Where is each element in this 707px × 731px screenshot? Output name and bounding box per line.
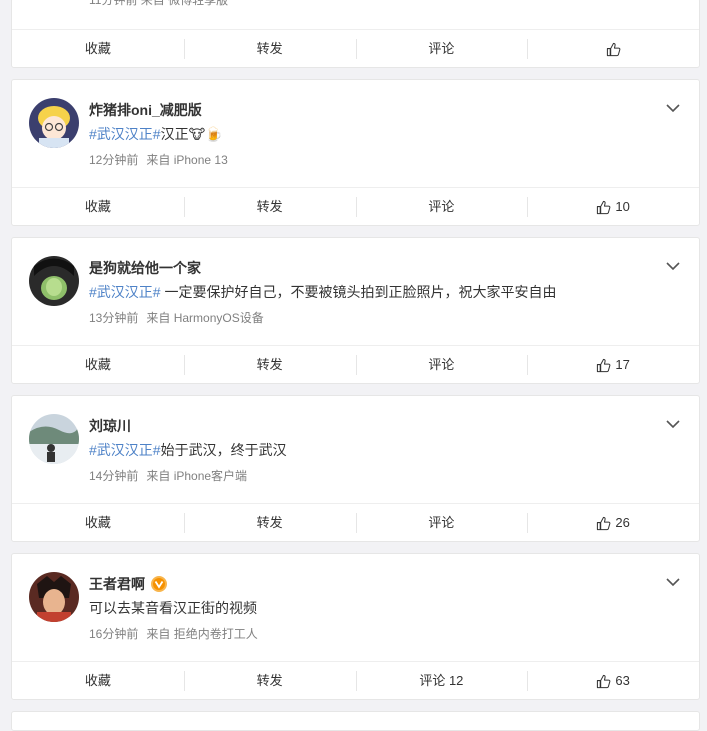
post-card: 是狗就给他一个家 #武汉汉正# 一定要保护好自己，不要被镜头拍到正脸照片，祝大家… [11, 237, 700, 384]
post-card-top: 11分钟前 来自 微博轻享版 收藏 转发 评论 [11, 0, 700, 68]
post-content: 一定要保护好自己，不要被镜头拍到正脸照片，祝大家平安自由 [160, 284, 557, 300]
post-actions: 收藏 转发 评论 [12, 29, 699, 68]
repost-button[interactable]: 转发 [183, 354, 356, 376]
chevron-down-icon[interactable] [665, 258, 681, 274]
favorite-button[interactable]: 收藏 [12, 512, 184, 534]
like-count: 10 [615, 199, 630, 214]
avatar[interactable] [29, 414, 79, 464]
post-text: 可以去某音看汉正街的视频 [89, 598, 257, 618]
thumbs-up-icon [597, 674, 611, 688]
post-source: 来自 iPhone客户端 [146, 469, 248, 483]
post-actions: 收藏 转发 评论 12 63 [12, 661, 699, 700]
post-card: 王者君啊 可以去某音看汉正街的视频 16分钟前 来自 拒绝内卷打工人 收藏 转发 … [11, 553, 700, 700]
repost-button[interactable]: 转发 [183, 512, 356, 534]
user-name-text[interactable]: 刘琼川 [89, 416, 131, 436]
post-meta: 12分钟前 来自 iPhone 13 [89, 151, 228, 168]
like-button[interactable]: 10 [527, 196, 699, 218]
post-time[interactable]: 12分钟前 [89, 153, 138, 167]
post-source: 来自 拒绝内卷打工人 [146, 627, 258, 641]
post-actions: 收藏 转发 评论 17 [12, 345, 699, 384]
post-text: #武汉汉正#始于武汉，终于武汉 [89, 440, 287, 460]
thumbs-up-icon [606, 42, 621, 56]
post-card-partial [11, 711, 700, 731]
post-source: 来自 HarmonyOS设备 [146, 311, 264, 325]
repost-button[interactable]: 转发 [183, 670, 356, 692]
comment-button[interactable]: 评论 [355, 512, 528, 534]
like-button[interactable]: 17 [527, 354, 699, 376]
post-text: #武汉汉正# 一定要保护好自己，不要被镜头拍到正脸照片，祝大家平安自由 [89, 282, 556, 302]
post-meta: 11分钟前 来自 微博轻享版 [89, 0, 229, 7]
post-content: 可以去某音看汉正街的视频 [89, 600, 257, 616]
comment-button[interactable]: 评论 [355, 196, 528, 218]
comment-button[interactable]: 评论 [355, 38, 528, 60]
comment-button[interactable]: 评论 [355, 354, 528, 376]
post-content: 汉正 [160, 126, 189, 142]
post-meta: 14分钟前 来自 iPhone客户端 [89, 467, 247, 484]
chevron-down-icon[interactable] [665, 416, 681, 432]
user-name-text[interactable]: 王者君啊 [89, 574, 145, 594]
thumbs-up-icon [597, 200, 611, 214]
like-count: 26 [615, 515, 630, 530]
post-card: 炸猪排oni_减肥版 #武汉汉正#汉正🐮🍺 12分钟前 来自 iPhone 13 … [11, 79, 700, 226]
favorite-button[interactable]: 收藏 [12, 196, 184, 218]
favorite-button[interactable]: 收藏 [12, 670, 184, 692]
post-meta: 16分钟前 来自 拒绝内卷打工人 [89, 625, 258, 642]
comment-button[interactable]: 评论 12 [355, 670, 528, 692]
post-time[interactable]: 13分钟前 [89, 311, 138, 325]
favorite-button[interactable]: 收藏 [12, 38, 184, 60]
like-button[interactable] [527, 38, 699, 60]
post-actions: 收藏 转发 评论 10 [12, 187, 699, 226]
user-name[interactable]: 刘琼川 [89, 416, 131, 436]
topic-link[interactable]: #武汉汉正# [89, 126, 161, 142]
chevron-down-icon[interactable] [665, 574, 681, 590]
like-count: 17 [615, 357, 630, 372]
post-content: 始于武汉，终于武汉 [160, 442, 287, 458]
user-name[interactable]: 炸猪排oni_减肥版 [89, 100, 202, 120]
post-text: #武汉汉正#汉正🐮🍺 [89, 124, 223, 144]
like-count: 63 [615, 673, 630, 688]
favorite-button[interactable]: 收藏 [12, 354, 184, 376]
user-name[interactable]: 王者君啊 [89, 574, 167, 594]
topic-link[interactable]: #武汉汉正# [89, 284, 161, 300]
post-time[interactable]: 16分钟前 [89, 627, 138, 641]
repost-button[interactable]: 转发 [183, 38, 356, 60]
thumbs-up-icon [597, 358, 611, 372]
like-button[interactable]: 63 [527, 670, 699, 692]
post-meta: 13分钟前 来自 HarmonyOS设备 [89, 309, 264, 326]
topic-link[interactable]: #武汉汉正# [89, 442, 161, 458]
user-name-text[interactable]: 是狗就给他一个家 [89, 258, 201, 278]
emoji-group: 🐮🍺 [188, 126, 223, 142]
post-time[interactable]: 14分钟前 [89, 469, 138, 483]
repost-button[interactable]: 转发 [183, 196, 356, 218]
avatar[interactable] [29, 256, 79, 306]
post-actions: 收藏 转发 评论 26 [12, 503, 699, 542]
verified-badge-icon [151, 576, 167, 592]
chevron-down-icon[interactable] [665, 100, 681, 116]
like-button[interactable]: 26 [527, 512, 699, 534]
user-name-text[interactable]: 炸猪排oni_减肥版 [89, 100, 202, 120]
avatar[interactable] [29, 572, 79, 622]
post-source: 来自 iPhone 13 [146, 153, 228, 167]
user-name[interactable]: 是狗就给他一个家 [89, 258, 201, 278]
avatar[interactable] [29, 98, 79, 148]
post-card: 刘琼川 #武汉汉正#始于武汉，终于武汉 14分钟前 来自 iPhone客户端 收藏… [11, 395, 700, 542]
thumbs-up-icon [597, 516, 611, 530]
